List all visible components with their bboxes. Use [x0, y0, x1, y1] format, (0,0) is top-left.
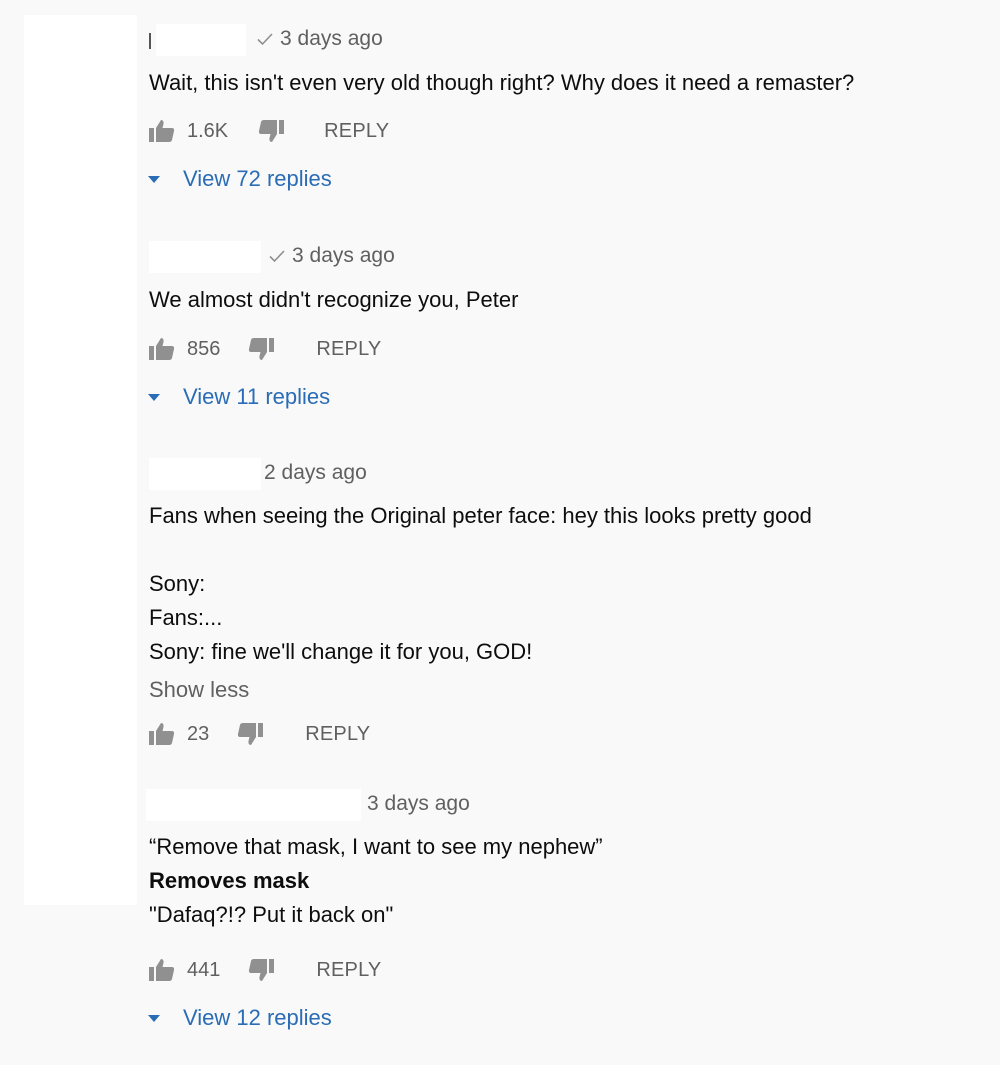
comment-timestamp[interactable]: 2 days ago [264, 461, 367, 485]
like-count: 856 [187, 337, 221, 360]
comment-text: “Remove that mask, I want to see my neph… [149, 830, 980, 932]
reply-button[interactable]: REPLY [305, 723, 370, 746]
like-count: 441 [187, 958, 221, 981]
show-less-button[interactable]: Show less [149, 673, 980, 707]
comment-line: Sony: [149, 571, 206, 596]
reply-button[interactable]: REPLY [316, 959, 381, 982]
comment-line-empty [149, 533, 980, 567]
thumbs-down-icon[interactable] [258, 119, 285, 143]
author-name-redacted[interactable] [149, 458, 261, 490]
triangle-down-icon [148, 394, 160, 401]
reply-button[interactable]: REPLY [316, 338, 381, 361]
author-name-redacted[interactable] [156, 24, 246, 56]
view-replies-label: View 72 replies [183, 166, 332, 191]
comment-timestamp[interactable]: 3 days ago [256, 27, 383, 51]
comment-actions: 441 REPLY [149, 955, 980, 985]
comment-3: 2 days ago Fans when seeing the Original… [149, 458, 980, 749]
thumbs-up-icon[interactable] [149, 722, 175, 746]
view-replies-label: View 12 replies [183, 1005, 332, 1030]
comment-timestamp[interactable]: 3 days ago [268, 244, 395, 268]
thumbs-down-icon[interactable] [248, 958, 275, 982]
comment-header: 3 days ago [149, 24, 980, 58]
avatar-column [24, 15, 137, 905]
comment-line-bold: Removes mask [149, 868, 310, 893]
view-replies-button[interactable]: View 12 replies [147, 1003, 980, 1033]
triangle-down-icon [148, 176, 160, 183]
comment-4: 3 days ago “Remove that mask, I want to … [146, 789, 980, 1033]
comment-line: Fans when seeing the Original peter face… [149, 503, 812, 528]
like-count: 23 [187, 722, 210, 745]
like-count: 1.6K [187, 119, 229, 142]
comment-text: Fans when seeing the Original peter face… [149, 499, 980, 669]
comment-2: 3 days ago We almost didn't recognize yo… [147, 241, 980, 412]
check-icon [269, 250, 285, 263]
comment-line: Fans:... [149, 605, 223, 630]
comment-line: "Dafaq?!? Put it back on" [149, 902, 394, 927]
author-name-redacted[interactable] [149, 241, 261, 273]
thumbs-up-icon[interactable] [149, 958, 175, 982]
comment-1: 3 days ago Wait, this isn't even very ol… [147, 24, 980, 194]
comment-line: We almost didn't recognize you, Peter [149, 287, 519, 312]
text-cursor [149, 33, 151, 49]
check-icon [257, 33, 273, 46]
comment-actions: 23 REPLY [149, 719, 980, 749]
comment-line: Wait, this isn't even very old though ri… [149, 70, 855, 95]
author-name-redacted[interactable] [146, 789, 361, 821]
triangle-down-icon [148, 1015, 160, 1022]
thumbs-down-icon[interactable] [237, 722, 264, 746]
timestamp-text: 2 days ago [264, 461, 367, 484]
comment-line: Sony: fine we'll change it for you, GOD! [149, 639, 533, 664]
timestamp-text: 3 days ago [280, 27, 383, 50]
thumbs-up-icon[interactable] [149, 337, 175, 361]
comment-header: 3 days ago [149, 241, 980, 275]
view-replies-button[interactable]: View 72 replies [147, 164, 980, 194]
thumbs-up-icon[interactable] [149, 119, 175, 143]
comment-header: 3 days ago [146, 789, 980, 823]
comment-text: Wait, this isn't even very old though ri… [149, 66, 980, 100]
thumbs-down-icon[interactable] [248, 337, 275, 361]
comment-actions: 856 REPLY [149, 334, 980, 364]
timestamp-text: 3 days ago [367, 792, 470, 815]
view-replies-label: View 11 replies [183, 384, 331, 409]
comment-line: “Remove that mask, I want to see my neph… [149, 834, 603, 859]
comment-timestamp[interactable]: 3 days ago [367, 792, 470, 816]
reply-button[interactable]: REPLY [324, 120, 389, 143]
timestamp-text: 3 days ago [292, 244, 395, 267]
comment-text: We almost didn't recognize you, Peter [149, 283, 980, 317]
view-replies-button[interactable]: View 11 replies [147, 382, 980, 412]
comment-header: 2 days ago [149, 458, 980, 492]
comment-actions: 1.6K REPLY [149, 116, 980, 146]
